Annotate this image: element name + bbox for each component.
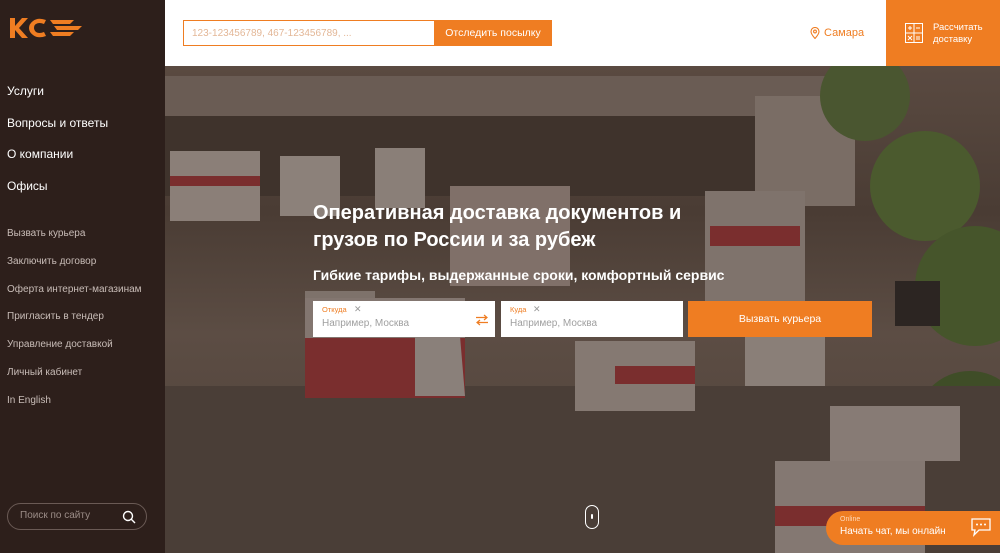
scroll-down-indicator[interactable] (585, 505, 599, 529)
secondary-nav: Вызвать курьера Заключить договор Оферта… (7, 228, 142, 423)
sidebar: Услуги Вопросы и ответы О компании Офисы… (0, 0, 165, 553)
site-search-input[interactable] (20, 510, 120, 521)
chat-label: Начать чат, мы онлайн (840, 526, 946, 537)
site-search (7, 503, 147, 530)
nav-item-offices[interactable]: Офисы (7, 179, 108, 211)
hero-section: Оперативная доставка документов и грузов… (165, 66, 1000, 553)
city-selector[interactable]: Самара (810, 27, 864, 39)
hero-title: Оперативная доставка документов и грузов… (313, 202, 682, 251)
search-icon[interactable] (122, 510, 136, 524)
to-field: Куда ✕ (501, 301, 683, 337)
nav-item-contract[interactable]: Заключить договор (7, 256, 142, 284)
hero-subtitle: Гибкие тарифы, выдержанные сроки, комфор… (313, 267, 725, 283)
from-field-label: Откуда (322, 305, 347, 314)
city-label: Самара (824, 27, 865, 39)
chat-bubble-icon (971, 518, 991, 537)
from-input[interactable] (322, 318, 462, 329)
nav-item-call-courier[interactable]: Вызвать курьера (7, 228, 142, 256)
nav-item-english[interactable]: In English (7, 395, 142, 423)
call-courier-button[interactable]: Вызвать курьера (688, 301, 872, 337)
top-bar: Отследить посылку Самара Рассчитать дост… (165, 0, 1000, 66)
tracking-input[interactable] (183, 20, 434, 46)
nav-item-account[interactable]: Личный кабинет (7, 367, 142, 395)
logo-icon[interactable] (8, 14, 88, 42)
nav-item-faq[interactable]: Вопросы и ответы (7, 116, 108, 148)
chat-status: Online (840, 516, 861, 523)
track-parcel-button[interactable]: Отследить посылку (434, 20, 552, 46)
calculate-delivery-label: Рассчитать доставку (933, 22, 983, 45)
nav-item-services[interactable]: Услуги (7, 84, 108, 116)
chat-widget[interactable]: Online Начать чат, мы онлайн (826, 511, 1000, 545)
calculator-icon (905, 23, 923, 43)
nav-item-about[interactable]: О компании (7, 147, 108, 179)
to-input[interactable] (510, 318, 650, 329)
clear-to-icon[interactable]: ✕ (533, 304, 541, 315)
swap-icon[interactable] (475, 314, 489, 326)
nav-item-shop-offer[interactable]: Оферта интернет-магазинам (7, 284, 142, 312)
calculate-delivery-button[interactable]: Рассчитать доставку (886, 0, 1000, 66)
main-nav: Услуги Вопросы и ответы О компании Офисы (7, 84, 108, 210)
location-pin-icon (810, 27, 820, 39)
to-field-label: Куда (510, 305, 527, 314)
nav-item-delivery-management[interactable]: Управление доставкой (7, 339, 142, 367)
nav-item-tender[interactable]: Пригласить в тендер (7, 311, 142, 339)
from-field: Откуда ✕ (313, 301, 495, 337)
clear-from-icon[interactable]: ✕ (354, 304, 362, 315)
